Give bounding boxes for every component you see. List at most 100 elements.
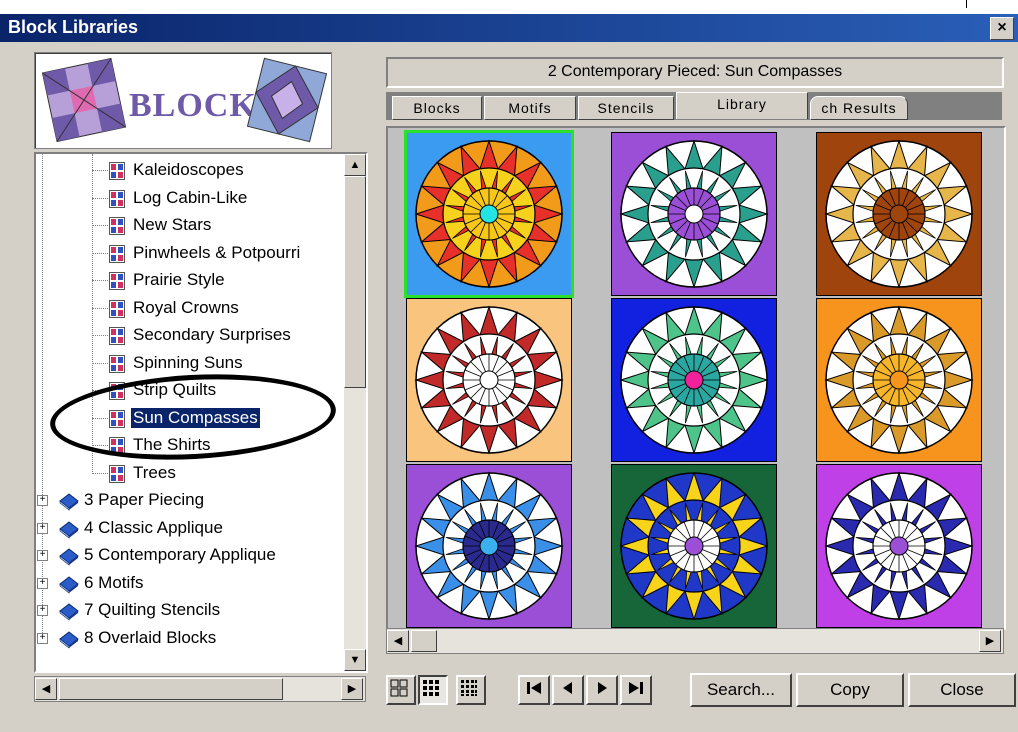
tab-search-results[interactable]: ch Results: [810, 96, 908, 120]
block-thumbnail[interactable]: [816, 298, 982, 462]
tree-item-new-stars[interactable]: New Stars: [36, 213, 336, 239]
tree-book-4-classic-applique[interactable]: +4 Classic Applique: [36, 516, 336, 542]
previous-page-button[interactable]: [552, 675, 584, 705]
close-button[interactable]: Close: [908, 673, 1016, 707]
tab-library[interactable]: Library: [676, 92, 808, 119]
grid-2x2-icon: [390, 679, 408, 697]
grid-scroll-thumb[interactable]: [411, 630, 437, 652]
tab-stencils[interactable]: Stencils: [578, 96, 674, 120]
tree-vertical-scrollbar[interactable]: ▲ ▼: [344, 154, 366, 671]
sun-compass-icon: [619, 471, 769, 621]
sun-compass-icon: [824, 471, 974, 621]
large-thumbnails-button[interactable]: [386, 675, 416, 705]
medium-thumbnails-button[interactable]: [418, 675, 448, 705]
tree-book-3-paper-piecing[interactable]: +3 Paper Piecing: [36, 488, 336, 514]
block-thumbnail[interactable]: [404, 130, 574, 298]
block-leaf-icon: [109, 464, 125, 483]
library-book-icon: [59, 493, 79, 511]
block-thumbnail[interactable]: [611, 132, 777, 296]
tree-item-pinwheels-potpourri[interactable]: Pinwheels & Potpourri: [36, 241, 336, 267]
block-thumbnail[interactable]: [611, 464, 777, 628]
tree-hscroll-thumb[interactable]: [59, 678, 283, 700]
tree-item-label: Trees: [133, 462, 176, 482]
expand-plus-icon[interactable]: +: [37, 632, 48, 644]
window-close-button[interactable]: ×: [990, 17, 1014, 40]
tree-scroll-up-button[interactable]: ▲: [344, 154, 366, 176]
tree-book-label: 8 Overlaid Blocks: [84, 627, 217, 647]
tree-book-7-quilting-stencils[interactable]: +7 Quilting Stencils: [36, 598, 336, 624]
eq-blocks-logo: BLOCKS: [34, 52, 332, 149]
expand-plus-icon[interactable]: +: [37, 495, 48, 506]
tree-book-label: 5 Contemporary Applique: [84, 545, 276, 564]
tree-scroll-left-button[interactable]: ◀: [35, 678, 57, 700]
expand-plus-icon[interactable]: +: [37, 577, 48, 589]
tree-item-kaleidoscopes[interactable]: Kaleidoscopes: [36, 158, 336, 184]
top-strip: [0, 0, 1018, 14]
tree-scroll-thumb[interactable]: [344, 176, 366, 388]
tab-motifs[interactable]: Motifs: [484, 96, 576, 120]
grid-scroll-right-button[interactable]: ▶: [979, 630, 1001, 652]
grid-scroll-left-button[interactable]: ◀: [387, 630, 409, 652]
tree-book-6-motifs[interactable]: +6 Motifs: [36, 571, 336, 597]
tree-connector: [92, 472, 108, 474]
tree-item-label: Log Cabin-Like: [133, 187, 248, 207]
block-thumbnail[interactable]: [611, 298, 777, 462]
title-bar: Block Libraries ×: [0, 14, 1018, 42]
last-page-button[interactable]: [620, 675, 652, 705]
tree-book-8-overlaid-blocks[interactable]: +8 Overlaid Blocks: [36, 626, 336, 652]
small-thumbnails-button[interactable]: [456, 675, 486, 705]
tree-scroll-right-button[interactable]: ▶: [341, 678, 363, 700]
block-thumbnail-grid: [386, 126, 1006, 630]
first-page-button[interactable]: [518, 675, 550, 705]
library-path-header: 2 Contemporary Pieced: Sun Compasses: [386, 57, 1004, 88]
block-leaf-icon: [109, 327, 125, 345]
library-book-icon: [59, 575, 79, 594]
sun-compass-icon: [414, 139, 564, 289]
tree-item-log-cabin-like[interactable]: Log Cabin-Like: [36, 186, 336, 212]
next-page-button[interactable]: [586, 675, 618, 705]
tree-horizontal-scrollbar[interactable]: ◀ ▶: [34, 676, 366, 702]
tree-item-trees[interactable]: Trees: [36, 461, 336, 487]
tree-connector: [92, 362, 108, 364]
tree-item-label: Kaleidoscopes: [133, 160, 244, 179]
tree-item-spinning-suns[interactable]: Spinning Suns: [36, 351, 336, 377]
tree-item-royal-crowns[interactable]: Royal Crowns: [36, 296, 336, 322]
expand-plus-icon[interactable]: +: [37, 550, 48, 561]
block-leaf-icon: [109, 162, 125, 180]
arrow-left-icon: [563, 682, 572, 694]
tree-item-label: New Stars: [133, 215, 212, 234]
block-leaf-icon: [109, 217, 125, 235]
tree-connector: [92, 170, 108, 171]
expand-plus-icon[interactable]: +: [37, 522, 48, 534]
window-title: Block Libraries: [8, 17, 139, 37]
tree-item-label: Pinwheels & Potpourri: [133, 242, 301, 262]
tree-item-prairie-style[interactable]: Prairie Style: [36, 268, 336, 294]
tree-connector: [92, 225, 108, 226]
tree-connector: [92, 307, 108, 309]
copy-button[interactable]: Copy: [796, 673, 904, 707]
skip-first-icon: [527, 682, 541, 694]
block-thumbnail[interactable]: [816, 132, 982, 296]
block-thumbnail[interactable]: [406, 298, 572, 462]
search-button[interactable]: Search...: [690, 673, 792, 707]
grid-horizontal-scrollbar[interactable]: ◀ ▶: [386, 628, 1004, 654]
tree-item-label: Royal Crowns: [133, 297, 239, 317]
block-leaf-icon: [109, 354, 125, 373]
tree-item-label: Secondary Surprises: [133, 325, 291, 344]
skip-last-icon: [629, 682, 643, 694]
block-thumbnail[interactable]: [816, 464, 982, 628]
tab-blocks[interactable]: Blocks: [392, 96, 482, 120]
tree-book-5-contemporary-applique[interactable]: +5 Contemporary Applique: [36, 543, 336, 569]
library-book-icon: [59, 520, 79, 539]
sun-compass-icon: [619, 139, 769, 289]
tree-item-label: Prairie Style: [133, 270, 225, 289]
tree-scroll-down-button[interactable]: ▼: [344, 649, 366, 671]
tree-connector: [92, 280, 108, 281]
expand-plus-icon[interactable]: +: [37, 605, 48, 616]
sun-compass-icon: [619, 305, 769, 455]
cursor-mark: [966, 0, 967, 8]
tree-book-label: 6 Motifs: [84, 572, 144, 592]
library-tabs: Blocks Motifs Stencils Library ch Result…: [386, 92, 1002, 120]
block-thumbnail[interactable]: [406, 464, 572, 628]
tree-item-secondary-surprises[interactable]: Secondary Surprises: [36, 323, 336, 349]
